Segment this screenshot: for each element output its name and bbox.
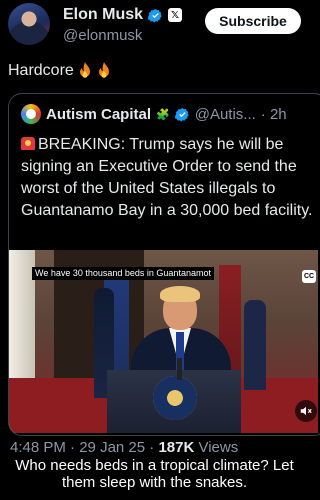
presidential-seal-icon bbox=[153, 376, 197, 420]
verified-icon bbox=[148, 8, 162, 22]
video-caption: We have 30 thousand beds in Guantanamot bbox=[32, 267, 214, 280]
quoted-author-handle[interactable]: @Autis... bbox=[195, 106, 256, 123]
author-name-row: Elon Musk 𝕏 bbox=[63, 6, 183, 24]
post-text: Hardcore bbox=[8, 62, 112, 80]
video-guard bbox=[244, 300, 266, 390]
post-time[interactable]: 4:48 PM bbox=[10, 439, 66, 456]
puzzle-icon: 🧩 bbox=[156, 108, 170, 121]
views-count: 187K bbox=[158, 439, 195, 456]
microphone-icon bbox=[177, 358, 182, 380]
meta-separator: · bbox=[70, 439, 76, 456]
author-avatar[interactable] bbox=[8, 3, 50, 45]
verified-icon bbox=[174, 107, 189, 121]
views-label: Views bbox=[198, 439, 239, 456]
author-handle[interactable]: @elonmusk bbox=[63, 27, 142, 44]
x-logo-icon: 𝕏 bbox=[168, 8, 183, 22]
overlay-caption: Who needs beds in a tropical climate? Le… bbox=[15, 457, 294, 491]
video-player[interactable]: We have 30 thousand beds in Guantanamot … bbox=[9, 250, 318, 433]
siren-icon bbox=[21, 137, 35, 150]
post-text-label: Hardcore bbox=[8, 62, 74, 79]
quoted-post-text: BREAKING: Trump says he will be signing … bbox=[21, 136, 313, 219]
cc-icon[interactable]: CC bbox=[302, 270, 316, 283]
fire-icon bbox=[98, 62, 109, 78]
fire-icon bbox=[79, 62, 90, 78]
post-header: Elon Musk 𝕏 @elonmusk Subscribe bbox=[0, 0, 309, 58]
meta-separator: · bbox=[149, 439, 155, 456]
quoted-post-body: BREAKING: Trump says he will be signing … bbox=[21, 134, 313, 222]
mute-icon[interactable] bbox=[295, 400, 317, 422]
subscribe-button[interactable]: Subscribe bbox=[205, 8, 301, 34]
quoted-author-avatar[interactable] bbox=[21, 104, 41, 124]
quoted-author-name[interactable]: Autism Capital bbox=[46, 106, 151, 123]
author-name[interactable]: Elon Musk bbox=[63, 6, 143, 24]
quoted-post-time: · 2h bbox=[260, 105, 287, 123]
quoted-post-header: Autism Capital 🧩 @Autis... · 2h bbox=[21, 104, 287, 124]
quoted-post[interactable]: Autism Capital 🧩 @Autis... · 2h BREAKING… bbox=[8, 93, 320, 436]
post-meta: 4:48 PM · 29 Jan 25 · 187K Views bbox=[10, 439, 238, 456]
post-date[interactable]: 29 Jan 25 bbox=[79, 439, 145, 456]
